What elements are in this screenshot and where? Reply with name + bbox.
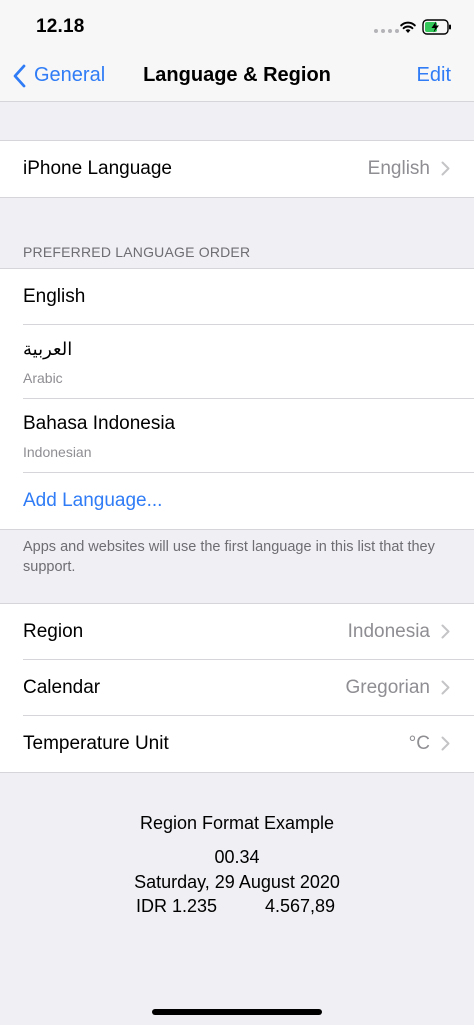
chevron-right-icon	[441, 161, 450, 176]
battery-charging-icon	[422, 19, 451, 35]
status-time: 12.18	[36, 16, 85, 37]
region-settings-group: Region Indonesia Calendar Gregorian Temp…	[0, 603, 474, 773]
calendar-row[interactable]: Calendar Gregorian	[0, 660, 474, 716]
home-indicator[interactable]	[152, 1009, 322, 1015]
format-example-number: 4.567,89	[265, 896, 336, 916]
section-header-preferred-order: PREFERRED LANGUAGE ORDER	[23, 244, 251, 260]
preferred-language-group: English العربية Arabic Bahasa Indonesia …	[0, 268, 474, 530]
chevron-right-icon	[441, 680, 450, 695]
chevron-right-icon	[441, 624, 450, 639]
language-title: العربية	[23, 339, 73, 360]
wifi-icon	[400, 21, 416, 33]
region-value: Indonesia	[347, 621, 430, 642]
iphone-language-value: English	[367, 158, 430, 179]
preferred-order-footer: Apps and websites will use the first lan…	[23, 539, 435, 575]
calendar-label: Calendar	[23, 677, 101, 698]
calendar-value: Gregorian	[345, 677, 431, 698]
language-title: Bahasa Indonesia	[23, 413, 176, 434]
language-item-indonesian[interactable]: Bahasa Indonesia Indonesian	[0, 399, 474, 473]
iphone-language-label: iPhone Language	[23, 158, 172, 179]
edit-button[interactable]: Edit	[417, 64, 451, 87]
cellular-signal-icon	[374, 29, 399, 33]
page-title: Language & Region	[143, 64, 331, 86]
region-label: Region	[23, 621, 84, 642]
language-subtitle: Arabic	[23, 370, 63, 386]
language-title: English	[23, 286, 86, 307]
format-example-time: 00.34	[214, 847, 260, 867]
iphone-language-row[interactable]: iPhone Language English	[0, 141, 474, 197]
status-bar: 12.18	[0, 0, 474, 48]
nav-bar: General Language & Region Edit	[0, 48, 474, 102]
temperature-unit-label: Temperature Unit	[23, 733, 169, 754]
format-example-date: Saturday, 29 August 2020	[134, 872, 340, 892]
format-example-title: Region Format Example	[139, 813, 335, 833]
add-language-row[interactable]: Add Language...	[0, 473, 474, 529]
language-subtitle: Indonesian	[23, 444, 92, 460]
temperature-unit-row[interactable]: Temperature Unit °C	[0, 716, 474, 772]
iphone-language-group: iPhone Language English	[0, 140, 474, 198]
chevron-right-icon	[441, 736, 450, 751]
format-example-numbers: IDR 1.235 4.567,89	[0, 896, 474, 920]
temperature-unit-value: °C	[408, 733, 430, 754]
add-language-button[interactable]: Add Language...	[23, 490, 162, 512]
language-item-arabic[interactable]: العربية Arabic	[0, 325, 474, 399]
region-row[interactable]: Region Indonesia	[0, 604, 474, 660]
format-example-currency: IDR 1.235	[136, 896, 218, 916]
language-item-english[interactable]: English	[0, 269, 474, 325]
